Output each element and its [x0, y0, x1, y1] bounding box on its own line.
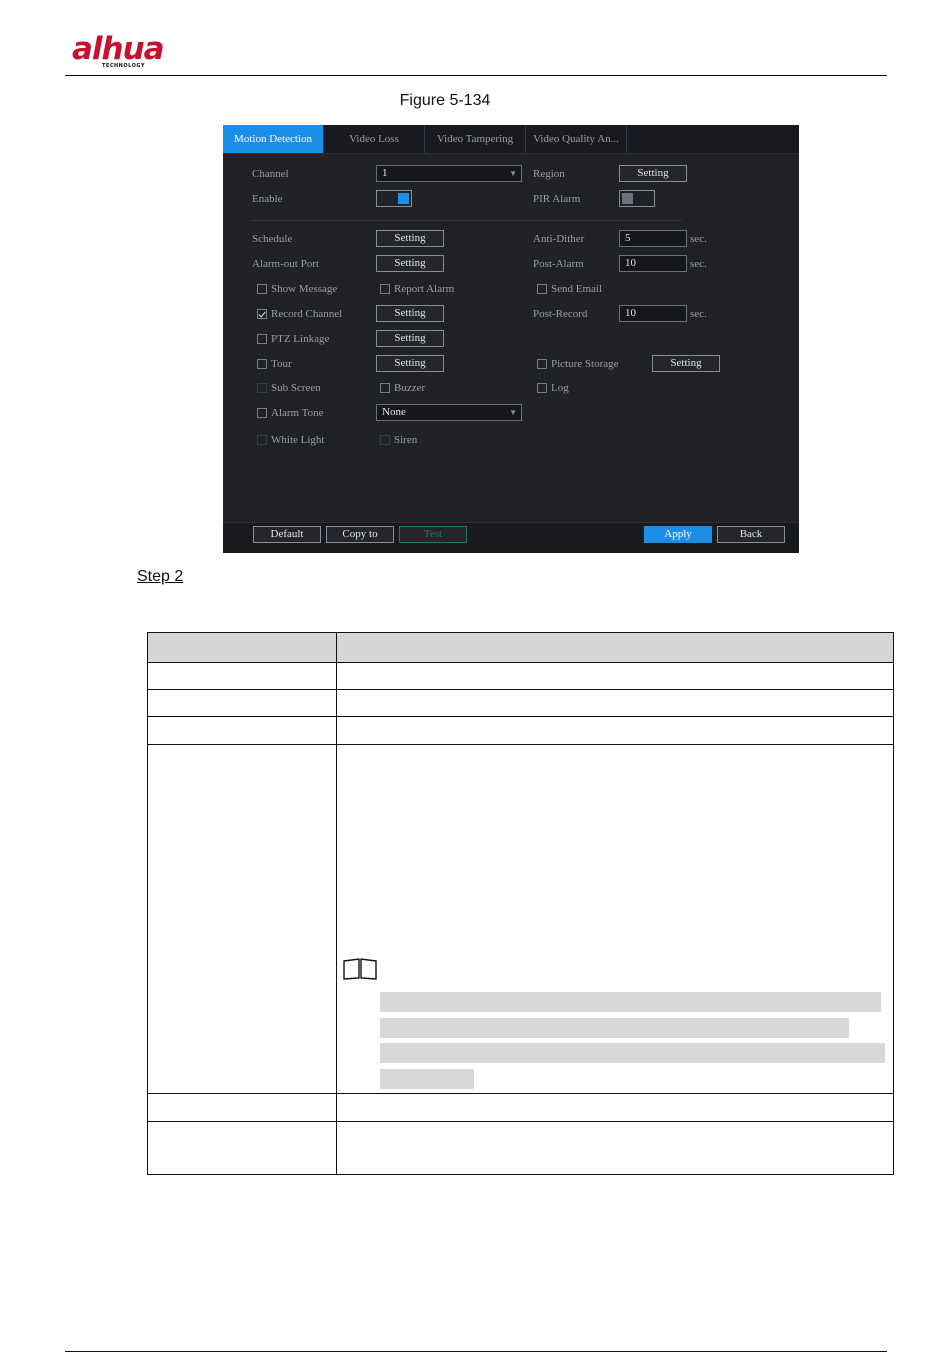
tab-video-quality[interactable]: Video Quality An... [526, 125, 627, 153]
anti-dither-input[interactable]: 5 [619, 230, 687, 247]
alarm-out-port-label: Alarm-out Port [252, 258, 319, 270]
motion-detection-window: Motion Detection Video Loss Video Tamper… [223, 125, 799, 553]
send-email-checkbox[interactable] [537, 284, 547, 294]
table-row [147, 663, 894, 690]
alarm-out-setting-button[interactable]: Setting [376, 255, 444, 272]
buzzer-checkbox[interactable] [380, 383, 390, 393]
white-light-label: White Light [271, 434, 325, 446]
tab-video-tampering[interactable]: Video Tampering [425, 125, 526, 153]
table-cell [148, 690, 337, 716]
header-divider [65, 75, 887, 76]
record-channel-label: Record Channel [271, 308, 343, 320]
table-row [147, 690, 894, 717]
schedule-setting-button[interactable]: Setting [376, 230, 444, 247]
anti-dither-label: Anti-Dither [533, 233, 585, 245]
table-row [147, 717, 894, 745]
ptz-linkage-setting-button[interactable]: Setting [376, 330, 444, 347]
figure-caption: Figure 5-134 [399, 92, 491, 109]
default-button[interactable]: Default [253, 526, 321, 543]
record-channel-setting-button[interactable]: Setting [376, 305, 444, 322]
picture-storage-setting-button[interactable]: Setting [652, 355, 720, 372]
log-label: Log [551, 382, 569, 394]
test-button[interactable]: Test [399, 526, 467, 543]
anti-dither-unit: sec. [690, 233, 707, 245]
table-cell [148, 663, 337, 689]
record-channel-checkbox[interactable] [257, 309, 267, 319]
tour-checkbox[interactable] [257, 359, 267, 369]
tour-setting-button[interactable]: Setting [376, 355, 444, 372]
table-row [147, 1122, 894, 1175]
logo-wordmark: alhua [72, 31, 165, 67]
pir-alarm-label: PIR Alarm [533, 193, 581, 205]
alarm-tone-dropdown[interactable]: None ▼ [376, 404, 522, 421]
alarm-tone-label: Alarm Tone [271, 407, 324, 419]
log-checkbox[interactable] [537, 383, 547, 393]
apply-button[interactable]: Apply [644, 526, 712, 543]
table-cell [148, 717, 337, 744]
region-setting-button[interactable]: Setting [619, 165, 687, 182]
parameter-table [147, 632, 894, 1175]
report-alarm-label: Report Alarm [394, 283, 455, 295]
siren-checkbox[interactable] [380, 435, 390, 445]
picture-storage-label: Picture Storage [551, 358, 619, 370]
siren-label: Siren [394, 434, 418, 446]
tour-label: Tour [271, 358, 292, 370]
company-logo: alhua TECHNOLOGY [72, 32, 192, 72]
copy-to-button[interactable]: Copy to [326, 526, 394, 543]
table-cell [148, 633, 337, 662]
post-alarm-label: Post-Alarm [533, 258, 584, 270]
table-row [147, 1094, 894, 1122]
table-cell [148, 1094, 337, 1121]
tab-bar: Motion Detection Video Loss Video Tamper… [223, 125, 799, 154]
back-button[interactable]: Back [717, 526, 785, 543]
post-record-input[interactable]: 10 [619, 305, 687, 322]
pir-alarm-toggle[interactable] [619, 190, 655, 207]
post-alarm-input[interactable]: 10 [619, 255, 687, 272]
redacted-line [380, 992, 881, 1012]
alarm-tone-value: None [382, 406, 406, 418]
tab-video-loss[interactable]: Video Loss [324, 125, 425, 153]
sub-screen-checkbox[interactable] [257, 383, 267, 393]
buzzer-label: Buzzer [394, 382, 426, 394]
chevron-down-icon: ▼ [509, 169, 517, 178]
enable-toggle[interactable] [376, 190, 412, 207]
redacted-line [380, 1069, 474, 1089]
toggle-knob [622, 193, 633, 204]
table-header-row [147, 632, 894, 663]
redacted-line [380, 1018, 849, 1038]
section-divider [252, 220, 682, 221]
show-message-checkbox[interactable] [257, 284, 267, 294]
redacted-line [380, 1043, 885, 1063]
region-label: Region [533, 168, 565, 180]
post-record-label: Post-Record [533, 308, 588, 320]
channel-label: Channel [252, 168, 289, 180]
post-record-unit: sec. [690, 308, 707, 320]
table-cell [148, 745, 337, 1093]
alarm-tone-checkbox[interactable] [257, 408, 267, 418]
ptz-linkage-checkbox[interactable] [257, 334, 267, 344]
table-cell [148, 1122, 337, 1174]
logo-subtitle: TECHNOLOGY [102, 63, 145, 69]
channel-dropdown[interactable]: 1 ▼ [376, 165, 522, 182]
footer-divider [65, 1351, 887, 1352]
step-label: Step 2 [137, 568, 184, 585]
ptz-linkage-label: PTZ Linkage [271, 333, 330, 345]
toggle-knob [398, 193, 409, 204]
sub-screen-label: Sub Screen [271, 382, 321, 394]
book-icon [343, 958, 377, 980]
white-light-checkbox[interactable] [257, 435, 267, 445]
picture-storage-checkbox[interactable] [537, 359, 547, 369]
enable-label: Enable [252, 193, 283, 205]
send-email-label: Send Email [551, 283, 603, 295]
table-row [147, 745, 894, 1094]
report-alarm-checkbox[interactable] [380, 284, 390, 294]
post-alarm-unit: sec. [690, 258, 707, 270]
chevron-down-icon: ▼ [509, 408, 517, 417]
tab-motion-detection[interactable]: Motion Detection [223, 125, 324, 153]
channel-value: 1 [382, 167, 388, 179]
show-message-label: Show Message [271, 283, 338, 295]
schedule-label: Schedule [252, 233, 293, 245]
